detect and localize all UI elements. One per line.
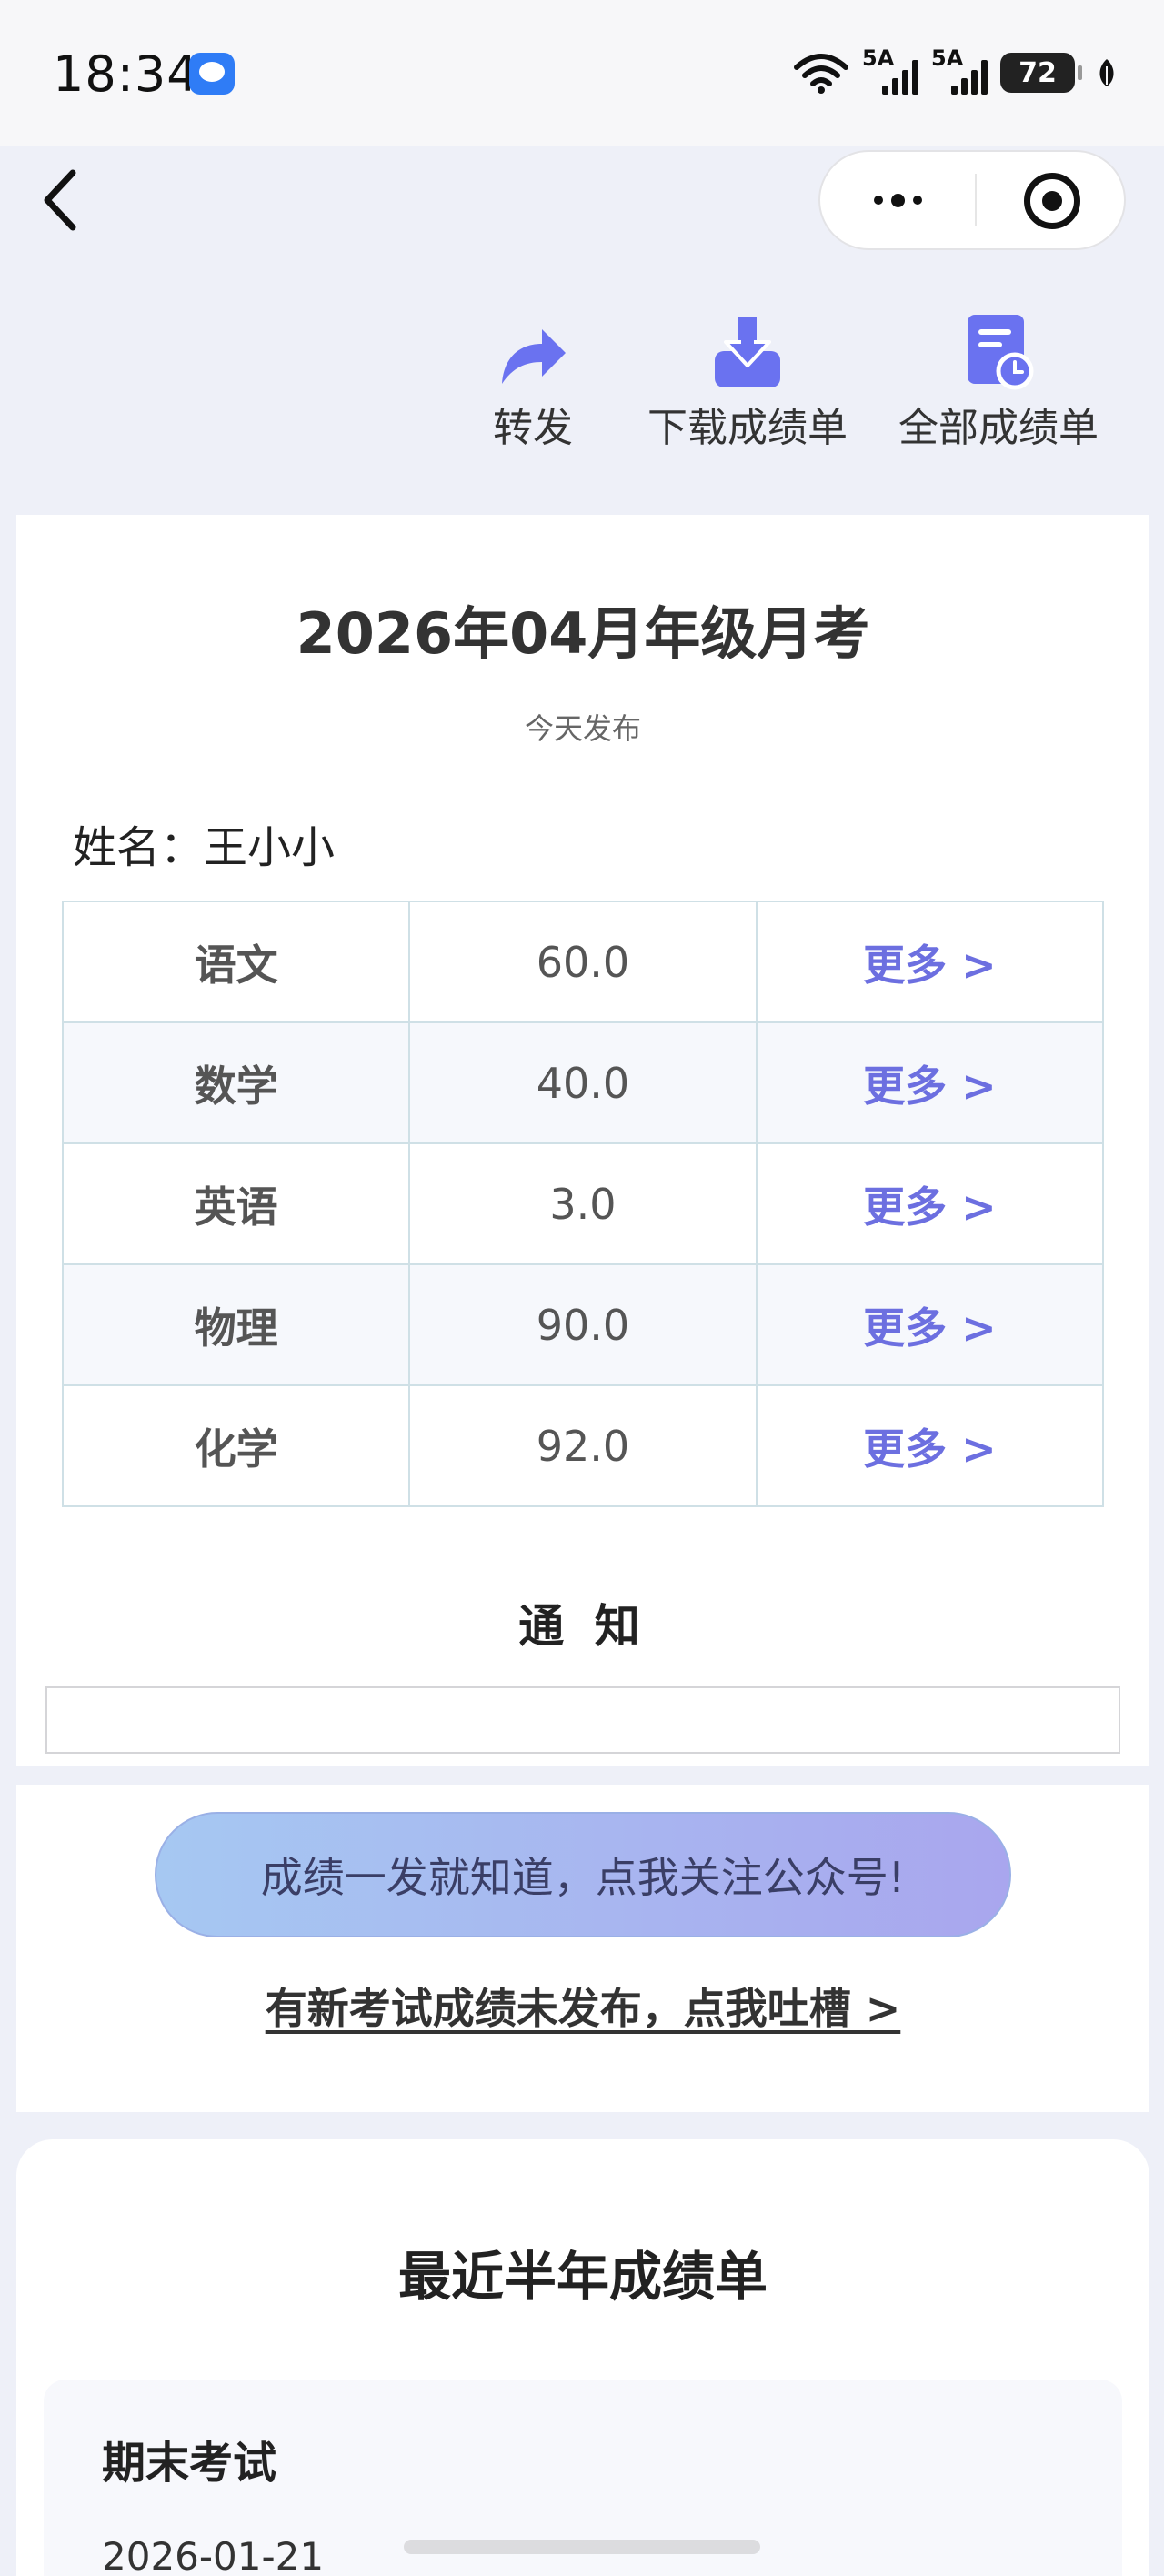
more-link[interactable]: 更多 > [755, 1142, 1105, 1265]
all-reports-button[interactable]: 全部成绩单 [898, 309, 1099, 453]
more-link[interactable]: 更多 > [755, 1384, 1105, 1507]
status-bar: 18:34 5A 5A 72 [0, 0, 1164, 146]
recent-reports-title: 最近半年成绩单 [397, 2246, 768, 2308]
exam-title: 2026年04月年级月考 [296, 600, 870, 667]
follow-card: 成绩一发就知道，点我关注公众号! 有新考试成绩未发布，点我吐槽 > [16, 1785, 1149, 2112]
table-row: 化学 92.0 更多 > [61, 1384, 1105, 1507]
download-icon [715, 317, 780, 387]
score-table: 语文 60.0 更多 > 数学 40.0 更多 > 英语 3.0 更多 > 物理… [61, 901, 1105, 1507]
download-report-label: 下载成绩单 [647, 405, 848, 451]
signal-strength-1: 5A [862, 45, 918, 95]
exam-item-date: 2026-01-21 [102, 2534, 325, 2576]
share-arrow-icon [502, 329, 566, 384]
download-report-button[interactable]: 下载成绩单 [647, 309, 848, 453]
table-row: 语文 60.0 更多 > [61, 901, 1105, 1023]
subject-cell: 语文 [61, 901, 411, 1023]
follow-official-account-button[interactable]: 成绩一发就知道，点我关注公众号! [155, 1812, 1011, 1937]
student-name: 姓名：王小小 [73, 822, 336, 873]
network-type-label: 5A [931, 45, 964, 71]
capsule-divider [975, 174, 977, 226]
status-time: 18:34 [53, 45, 199, 103]
all-reports-label: 全部成绩单 [898, 405, 1099, 451]
report-history-icon [968, 315, 1034, 390]
exam-item-name: 期末考试 [102, 2438, 277, 2489]
forward-label: 转发 [493, 405, 573, 451]
notice-title: 通 知 [518, 1600, 647, 1653]
more-link[interactable]: 更多 > [755, 901, 1105, 1023]
home-indicator[interactable] [404, 2540, 760, 2554]
subject-cell: 物理 [61, 1263, 411, 1386]
wifi-icon [794, 54, 848, 94]
score-cell: 3.0 [408, 1142, 758, 1265]
back-chevron-icon[interactable] [36, 164, 91, 236]
more-link[interactable]: 更多 > [755, 1263, 1105, 1386]
subject-cell: 数学 [61, 1021, 411, 1144]
signal-strength-2: 5A [931, 45, 988, 95]
table-row: 数学 40.0 更多 > [61, 1021, 1105, 1144]
exam-score-card: 2026年04月年级月考 今天发布 姓名：王小小 语文 60.0 更多 > 数学… [16, 515, 1149, 1766]
message-app-icon [189, 53, 235, 95]
battery-indicator: 72 [1000, 53, 1082, 93]
table-row: 英语 3.0 更多 > [61, 1142, 1105, 1265]
score-cell: 92.0 [408, 1384, 758, 1507]
subject-cell: 英语 [61, 1142, 411, 1265]
publish-date: 今天发布 [524, 711, 641, 746]
close-mini-program-button[interactable] [1024, 173, 1080, 229]
more-options-button[interactable] [820, 152, 975, 248]
score-cell: 90.0 [408, 1263, 758, 1386]
network-type-label: 5A [862, 45, 895, 71]
status-indicators: 5A 5A 72 [793, 45, 1117, 98]
forward-button[interactable]: 转发 [493, 309, 573, 453]
notice-content-box [45, 1686, 1120, 1754]
subject-cell: 化学 [61, 1384, 411, 1507]
score-cell: 60.0 [408, 901, 758, 1023]
recent-reports-card: 最近半年成绩单 期末考试 2026-01-21 [16, 2139, 1149, 2576]
more-link[interactable]: 更多 > [755, 1021, 1105, 1144]
score-cell: 40.0 [408, 1021, 758, 1144]
table-row: 物理 90.0 更多 > [61, 1263, 1105, 1386]
power-saving-leaf-icon [1099, 59, 1114, 86]
feedback-link[interactable]: 有新考试成绩未发布，点我吐槽 > [16, 1976, 1149, 2036]
mini-program-capsule [818, 150, 1126, 250]
